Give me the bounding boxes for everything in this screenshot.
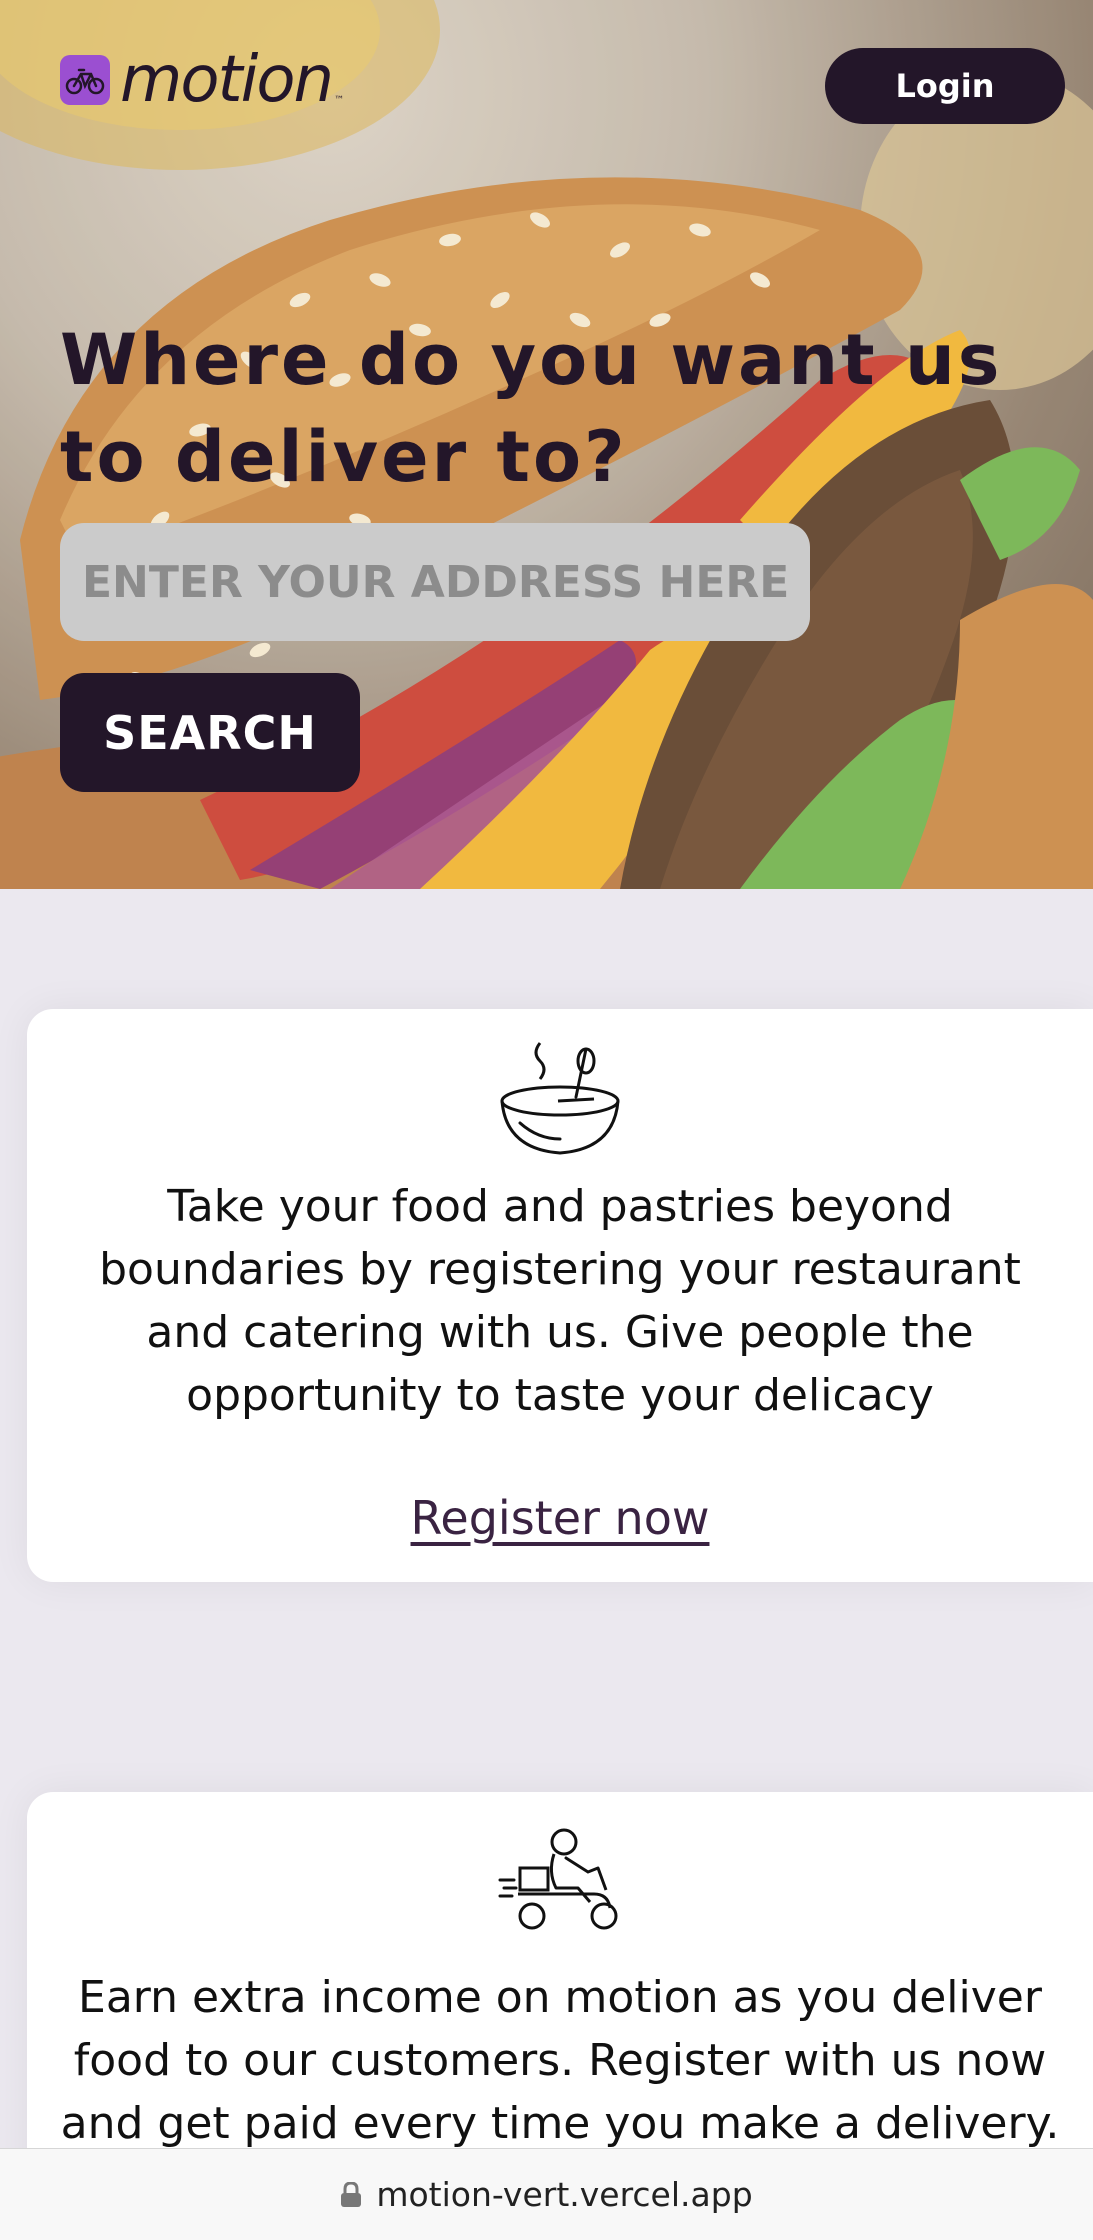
restaurant-register-card: Take your food and pastries beyond bound… [27, 1009, 1093, 1582]
delivery-scooter-icon [498, 1828, 622, 1936]
restaurant-card-text: Take your food and pastries beyond bound… [99, 1181, 1021, 1421]
bicycle-icon [60, 55, 110, 105]
url-text: motion-vert.vercel.app [376, 2175, 753, 2214]
lock-icon [340, 2181, 362, 2208]
brand-trademark: ™ [334, 95, 345, 106]
address-input[interactable] [60, 523, 810, 641]
hero-section: motion ™ Login Where do you want us to d… [0, 0, 1093, 889]
browser-url-bar[interactable]: motion-vert.vercel.app [0, 2148, 1093, 2240]
rider-card-text: Earn extra income on motion as you deliv… [60, 1972, 1060, 2149]
login-button[interactable]: Login [825, 48, 1065, 124]
brand-logo[interactable]: motion ™ [60, 48, 344, 112]
register-now-link[interactable]: Register now [27, 1491, 1093, 1545]
soup-bowl-icon [498, 1039, 622, 1167]
brand-name: motion [120, 43, 334, 117]
hero-headline: Where do you want us to deliver to? [60, 319, 1003, 498]
search-button[interactable]: SEARCH [60, 673, 360, 792]
